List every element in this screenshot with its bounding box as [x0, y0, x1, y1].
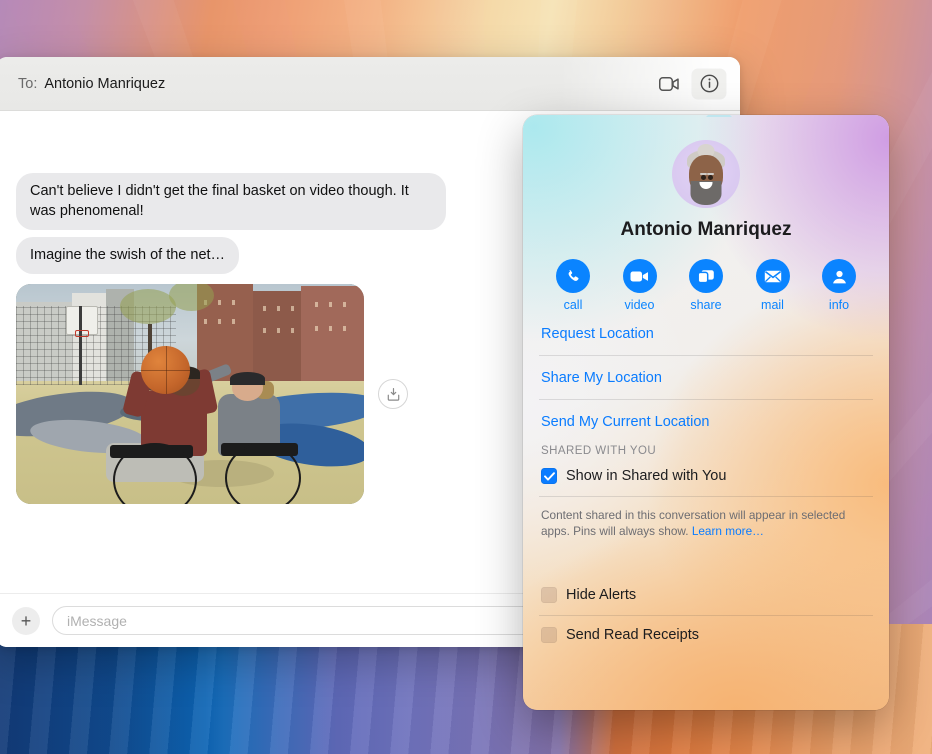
save-attachment-button[interactable]: [378, 379, 408, 410]
download-tray-icon: [387, 387, 399, 401]
add-attachment-button[interactable]: +: [12, 606, 40, 635]
action-label: mail: [761, 298, 784, 312]
contact-actions-row: call video share mail info: [539, 259, 873, 312]
video-camera-icon: [659, 76, 679, 91]
action-info[interactable]: info: [813, 259, 865, 312]
photo-attachment[interactable]: [16, 284, 364, 505]
memoji-face: [689, 155, 723, 205]
video-button-circle: [622, 259, 657, 293]
avatar[interactable]: [672, 140, 740, 208]
hide-alerts-row[interactable]: Hide Alerts: [539, 576, 873, 615]
message-bubble-incoming[interactable]: Imagine the swish of the net…: [16, 236, 240, 275]
shared-with-you-footnote: Content shared in this conversation will…: [539, 497, 873, 540]
info-circle-icon: [700, 74, 718, 93]
conversation-details-popover: Antonio Manriquez call video share mail …: [523, 115, 889, 710]
conversation-info-button[interactable]: [692, 68, 726, 99]
info-button-circle: [822, 259, 856, 293]
screen-share-icon: [697, 269, 714, 283]
action-label: call: [563, 298, 583, 312]
shared-with-you-header: SHARED WITH YOU: [541, 445, 657, 457]
action-share[interactable]: share: [680, 259, 732, 312]
action-call[interactable]: call: [547, 259, 599, 312]
send-my-current-location-link[interactable]: Send My Current Location: [539, 400, 873, 443]
contact-name: Antonio Manriquez: [620, 219, 792, 240]
share-my-location-link[interactable]: Share My Location: [539, 356, 873, 399]
person-circle-icon: [832, 270, 846, 283]
request-location-link[interactable]: Request Location: [539, 312, 873, 355]
send-read-receipts-row[interactable]: Send Read Receipts: [539, 616, 873, 655]
action-label: share: [690, 298, 722, 312]
action-label: video: [624, 298, 655, 312]
recipient-name[interactable]: Antonio Manriquez: [44, 76, 165, 92]
share-button-circle: [689, 259, 723, 293]
call-button-circle: [556, 259, 590, 293]
message-bubble-incoming[interactable]: Can't believe I didn't get the final bas…: [16, 173, 446, 230]
show-in-shared-with-you-row[interactable]: Show in Shared with You: [539, 457, 873, 496]
phone-icon: [568, 269, 579, 281]
send-read-receipts-label: Send Read Receipts: [566, 626, 699, 643]
plus-icon: +: [20, 610, 32, 631]
imessage-placeholder: iMessage: [67, 612, 127, 629]
show-in-shared-checkbox[interactable]: [541, 468, 557, 484]
hide-alerts-checkbox[interactable]: [541, 586, 557, 603]
popover-pointer-arrow: [706, 115, 732, 117]
send-read-receipts-checkbox[interactable]: [541, 626, 557, 643]
action-video[interactable]: video: [614, 259, 666, 312]
titlebar-actions: [652, 68, 726, 99]
hide-alerts-label: Hide Alerts: [566, 586, 637, 603]
popover-content: Antonio Manriquez call video share mail …: [523, 140, 889, 655]
basketball-court-photo: [16, 284, 364, 505]
envelope-icon: [764, 270, 781, 282]
learn-more-link[interactable]: Learn more…: [692, 524, 764, 538]
action-label: info: [828, 298, 850, 312]
show-in-shared-label: Show in Shared with You: [566, 468, 727, 484]
facetime-video-button[interactable]: [652, 69, 686, 99]
mail-button-circle: [755, 259, 790, 293]
video-camera-icon: [630, 271, 648, 281]
checkmark-icon: [543, 471, 555, 481]
window-titlebar: To: Antonio Manriquez: [0, 57, 740, 111]
to-label: To:: [18, 75, 38, 92]
action-mail[interactable]: mail: [747, 259, 799, 312]
